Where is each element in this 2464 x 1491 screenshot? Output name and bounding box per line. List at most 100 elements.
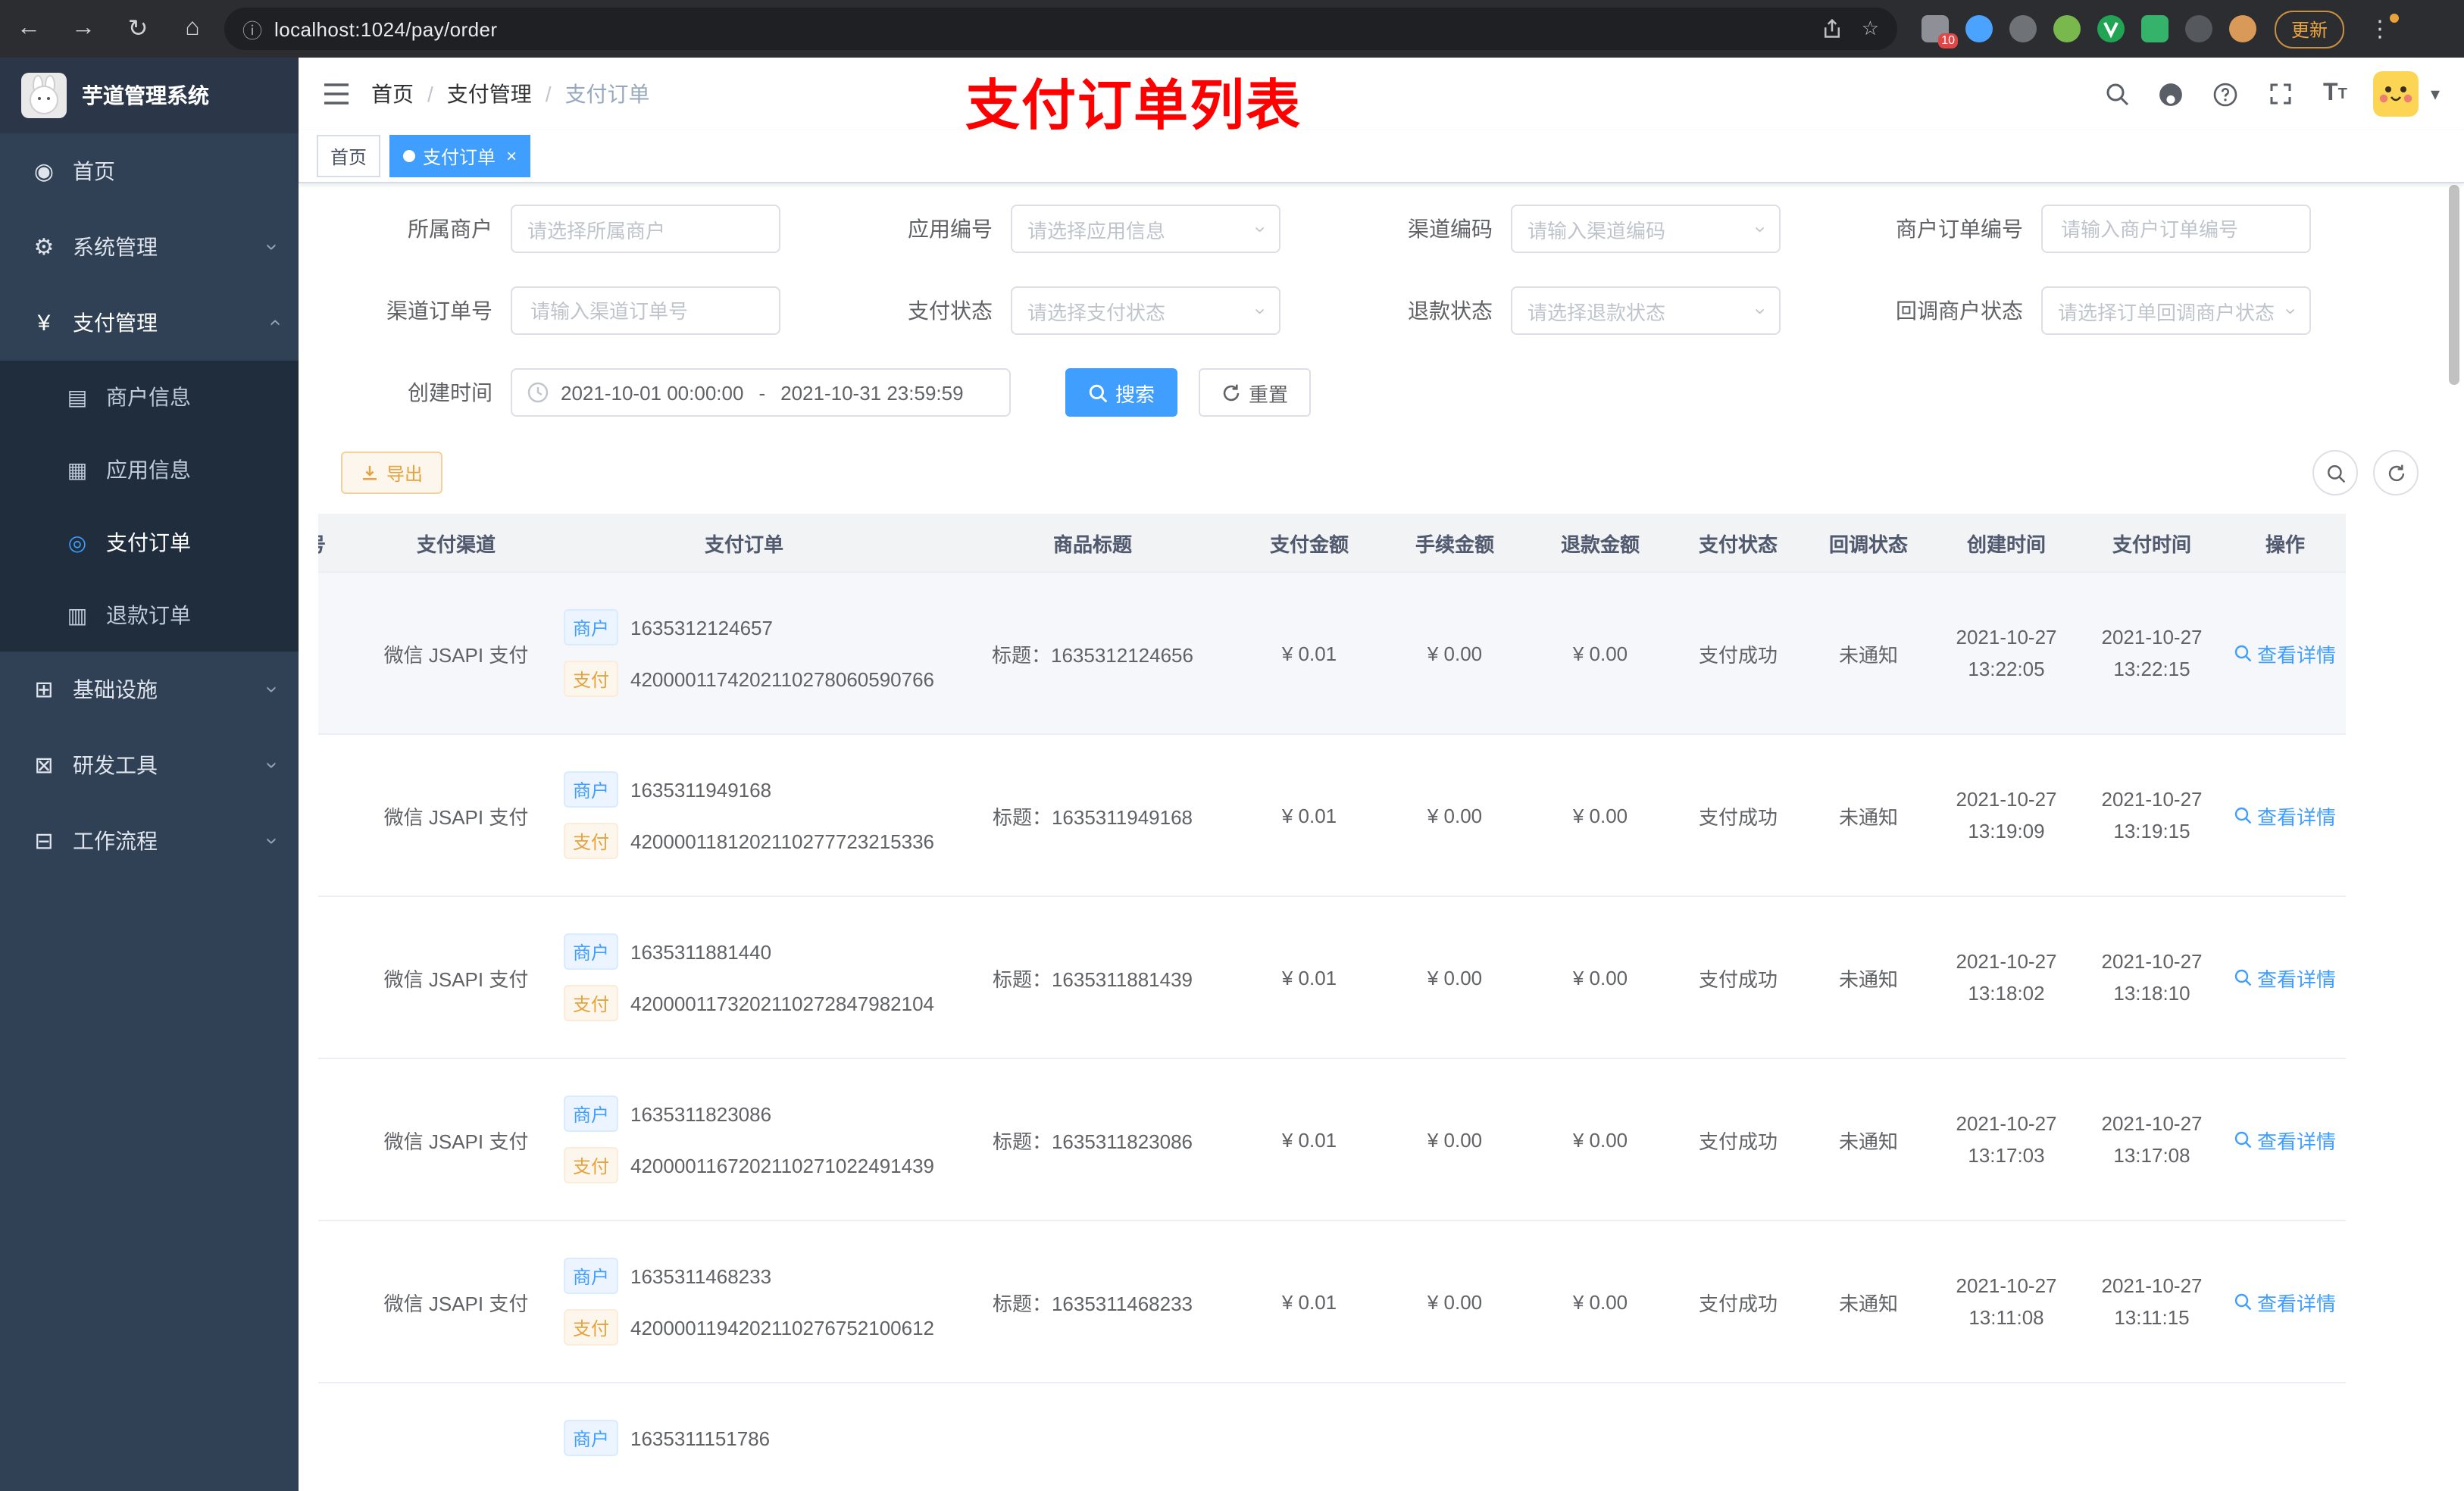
merchant-tag: 商户 [564, 1420, 618, 1456]
view-detail-link[interactable]: 查看详情 [2234, 801, 2336, 830]
app-logo[interactable]: 芋道管理系统 [0, 58, 299, 133]
column-amount: 支付金额 [1237, 514, 1382, 573]
column-status: 支付状态 [1673, 514, 1803, 573]
table-row-partial: 商户 1635311151786 [318, 1383, 2346, 1491]
id-cell: 20 [318, 734, 373, 897]
create-time-range-picker[interactable]: 2021-10-01 00:00:00 - 2021-10-31 23:59:5… [511, 368, 1011, 417]
view-detail-link[interactable]: 查看详情 [2234, 1125, 2336, 1154]
column-create-time: 创建时间 [1934, 514, 2079, 573]
id-cell: 18 [318, 1058, 373, 1221]
app-select[interactable]: 请选择应用信息 › [1011, 205, 1280, 253]
ext-gray-icon[interactable] [2009, 15, 2037, 42]
ext-v-icon[interactable] [2097, 15, 2125, 42]
pay-time-cell: 2021-10-27 13:22:15 [2079, 572, 2225, 735]
merchant-tag: 商户 [564, 609, 618, 645]
github-icon[interactable] [2149, 71, 2194, 117]
sidebar-item-system[interactable]: ⚙ 系统管理 › [0, 209, 299, 285]
sidebar-item-app-info[interactable]: ▦ 应用信息 [0, 433, 299, 506]
pay-time-cell: 2021-10-27 13:11:15 [2079, 1221, 2225, 1383]
browser-menu-icon[interactable]: ⋮ [2362, 14, 2400, 42]
logo-image [21, 73, 67, 118]
fee-cell: ¥ 0.00 [1382, 1058, 1527, 1221]
ext-pin-icon[interactable] [2185, 15, 2212, 42]
order-cell: 商户 1635311949168 支付 4200001181202110277723… [539, 734, 949, 897]
export-button[interactable]: 导出 [341, 452, 443, 494]
sidebar-item-payment[interactable]: ¥ 支付管理 › [0, 285, 299, 361]
url-text[interactable]: localhost:1024/pay/order [274, 17, 1810, 40]
column-notify: 回调状态 [1803, 514, 1934, 573]
channel-order-no-input[interactable] [527, 298, 764, 324]
merchant-order-no-input[interactable] [2058, 216, 2294, 242]
user-caret-down-icon[interactable]: ▾ [2431, 83, 2440, 105]
ext-green-icon[interactable] [2053, 15, 2081, 42]
dashboard-icon: ◉ [33, 159, 55, 185]
sidebar-item-infrastructure[interactable]: ⊞ 基础设施 › [0, 652, 299, 727]
merchant-select[interactable]: 请选择所属商户 [511, 205, 780, 253]
ext-badge: 10 [1938, 33, 1958, 48]
id-cell: 19 [318, 896, 373, 1059]
sidebar-item-pay-order[interactable]: ◎ 支付订单 [0, 506, 299, 579]
title-cell: 标题：1635311949168 [949, 734, 1237, 897]
create-time-cell: 2021-10-27 13:17:03 [1934, 1058, 2079, 1221]
user-avatar[interactable] [2372, 71, 2419, 117]
page-scrollbar-thumb[interactable] [2449, 185, 2459, 385]
notify-cell: 未通知 [1803, 896, 1934, 1059]
tab-home[interactable]: 首页 [317, 135, 381, 177]
reload-icon[interactable]: ↻ [124, 14, 152, 44]
view-detail-link[interactable]: 查看详情 [2234, 1287, 2336, 1316]
reset-button[interactable]: 重置 [1199, 368, 1312, 417]
notify-status-select[interactable]: 请选择订单回调商户状态 › [2041, 286, 2311, 335]
bookmark-star-icon[interactable]: ☆ [1862, 17, 1879, 41]
breadcrumb-section[interactable]: 支付管理 [447, 79, 532, 109]
address-bar[interactable]: ⓘ localhost:1024/pay/order ☆ [224, 8, 1897, 50]
ext-sidebar-icon[interactable]: 10 [1921, 15, 1958, 48]
channel-cell: 微信 JSAPI 支付 [373, 1058, 539, 1221]
search-icon[interactable] [2094, 71, 2140, 117]
breadcrumb-home[interactable]: 首页 [371, 79, 414, 109]
font-size-icon[interactable]: TT [2312, 71, 2358, 117]
status-cell: 支付成功 [1673, 1058, 1803, 1221]
sidebar-item-workflow[interactable]: ⊟ 工作流程 › [0, 803, 299, 879]
column-pay-time: 支付时间 [2079, 514, 2225, 573]
channel-code-select[interactable]: 请输入渠道编码 › [1511, 205, 1781, 253]
sidebar-item-merchant-info[interactable]: ▤ 商户信息 [0, 361, 299, 433]
home-icon[interactable]: ⌂ [179, 15, 206, 42]
ext-avatar-icon[interactable] [2229, 15, 2256, 42]
view-detail-link[interactable]: 查看详情 [2234, 963, 2336, 992]
sidebar-item-home[interactable]: ◉ 首页 [0, 133, 299, 209]
id-cell [318, 1383, 373, 1491]
column-title: 商品标题 [949, 514, 1237, 573]
refresh-button[interactable] [2373, 450, 2419, 495]
sidebar-item-dev-tools[interactable]: ⊠ 研发工具 › [0, 727, 299, 803]
notify-cell: 未通知 [1803, 1058, 1934, 1221]
pay-status-select[interactable]: 请选择支付状态 › [1011, 286, 1280, 335]
document-icon: ▥ [67, 602, 88, 627]
pay-tag: 支付 [564, 823, 618, 859]
sidebar-toggle-icon[interactable] [323, 82, 350, 106]
app-title: 芋道管理系统 [82, 83, 209, 108]
sidebar-item-refund-order[interactable]: ▥ 退款订单 [0, 579, 299, 652]
fullscreen-icon[interactable] [2258, 71, 2303, 117]
search-button[interactable]: 搜索 [1065, 368, 1178, 417]
help-icon[interactable] [2203, 71, 2249, 117]
date-end-value: 2021-10-31 23:59:59 [780, 381, 964, 404]
title-cell: 标题：1635311823086 [949, 1058, 1237, 1221]
merchant-order-no-input-box [2041, 205, 2311, 253]
tab-pay-order[interactable]: 支付订单 × [389, 135, 531, 177]
close-icon[interactable]: × [506, 145, 517, 167]
browser-update-button[interactable]: 更新 [2275, 10, 2345, 48]
credit-card-icon: ▤ [67, 384, 88, 408]
merchant-tag: 商户 [564, 1096, 618, 1132]
site-info-icon[interactable]: ⓘ [242, 14, 262, 43]
ext-drop-icon[interactable] [1965, 15, 1993, 42]
toggle-search-button[interactable] [2312, 450, 2358, 495]
refund-status-select[interactable]: 请选择退款状态 › [1511, 286, 1781, 335]
create-time-cell: 2021-10-27 13:11:08 [1934, 1221, 2079, 1383]
view-detail-link[interactable]: 查看详情 [2234, 639, 2336, 667]
back-icon[interactable]: ← [15, 15, 42, 42]
order-cell: 商户 1635312124657 支付 4200001174202110278060… [539, 572, 949, 735]
forward-icon[interactable]: → [70, 15, 97, 42]
ext-chat-icon[interactable] [2141, 15, 2169, 42]
share-icon[interactable] [1822, 18, 1843, 39]
chevron-down-icon: › [1249, 225, 1272, 233]
